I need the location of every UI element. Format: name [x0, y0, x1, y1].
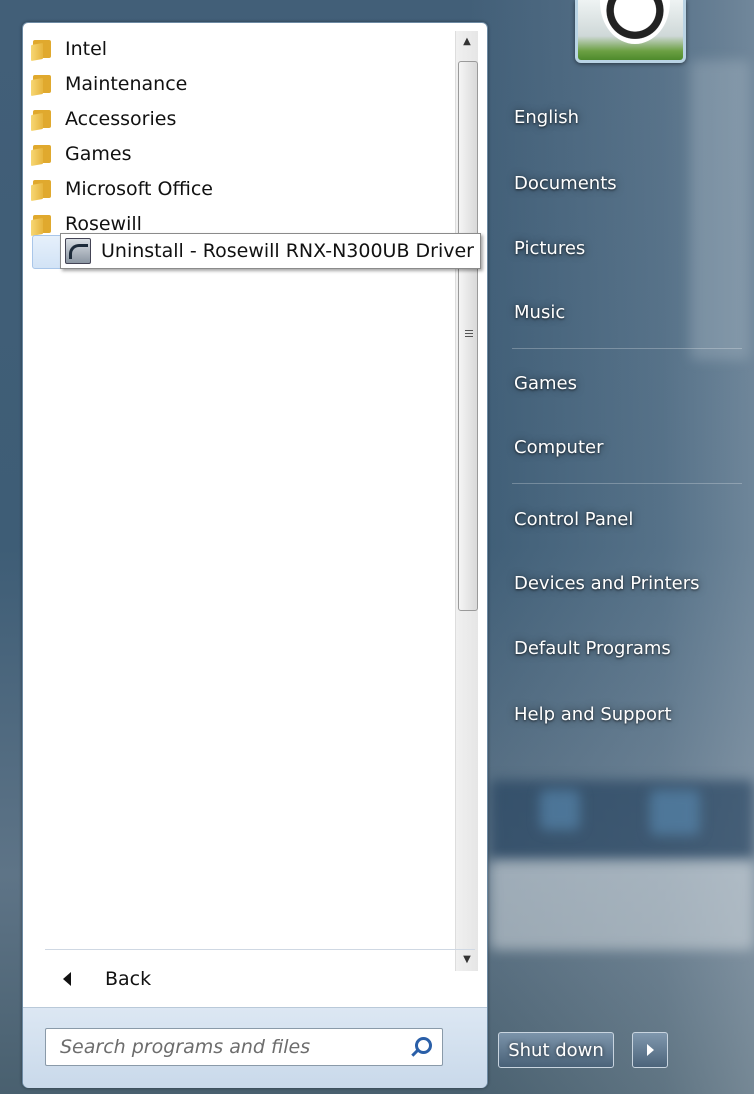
uninstall-label: Uninstall - Rosewill RNX-N300UB Driver	[101, 240, 474, 262]
shut-down-options-button[interactable]	[632, 1032, 668, 1068]
menu-item-help-and-support[interactable]: Help and Support	[500, 694, 754, 734]
menu-item-computer[interactable]: Computer	[500, 427, 754, 467]
folder-icon	[31, 38, 53, 61]
user-picture[interactable]	[575, 0, 686, 63]
folder-label: Microsoft Office	[65, 177, 213, 200]
menu-item-control-panel[interactable]: Control Panel	[500, 499, 754, 539]
background-blur	[650, 790, 700, 835]
folder-label: Intel	[65, 37, 108, 60]
folder-icon	[31, 73, 53, 96]
scroll-up-arrow-icon[interactable]: ▲	[456, 31, 478, 53]
back-label: Back	[105, 968, 152, 990]
programs-panel: Intel Maintenance Accessories Games Micr…	[22, 22, 488, 1088]
folder-intel[interactable]: Intel	[31, 31, 456, 66]
back-button[interactable]: Back	[45, 957, 345, 1001]
folder-label: Maintenance	[65, 72, 188, 95]
shut-down-button[interactable]: Shut down	[498, 1032, 614, 1068]
chevron-right-icon	[646, 1044, 654, 1056]
scroll-down-arrow-icon[interactable]: ▼	[456, 949, 478, 971]
programs-list: Intel Maintenance Accessories Games Micr…	[31, 31, 456, 241]
folder-icon	[31, 178, 53, 201]
folder-icon	[31, 143, 53, 166]
soccer-ball-icon	[600, 0, 670, 44]
menu-item-documents[interactable]: Documents	[500, 163, 754, 203]
menu-item-games[interactable]: Games	[500, 363, 754, 403]
background-blur	[490, 780, 754, 860]
folder-games[interactable]: Games	[31, 136, 456, 171]
uninstall-icon	[65, 238, 91, 264]
background-blur	[540, 790, 580, 830]
menu-item-english[interactable]: English	[500, 97, 754, 137]
programs-scrollbar[interactable]: ▲ ▼	[455, 31, 478, 971]
search-area	[23, 1007, 487, 1088]
background-blur	[490, 860, 754, 950]
folder-label: Accessories	[65, 107, 177, 130]
search-icon[interactable]	[408, 1035, 432, 1059]
uninstall-rosewill-item[interactable]: Uninstall - Rosewill RNX-N300UB Driver	[32, 233, 486, 269]
menu-item-music[interactable]: Music	[500, 292, 754, 332]
folder-microsoft-office[interactable]: Microsoft Office	[31, 171, 456, 206]
divider	[45, 949, 475, 950]
folder-accessories[interactable]: Accessories	[31, 101, 456, 136]
search-input[interactable]	[46, 1035, 408, 1059]
separator	[512, 348, 742, 349]
menu-item-default-programs[interactable]: Default Programs	[500, 628, 754, 668]
grip-icon	[465, 330, 473, 338]
scrollbar-thumb[interactable]	[458, 61, 478, 611]
menu-item-pictures[interactable]: Pictures	[500, 228, 754, 268]
folder-label: Games	[65, 142, 132, 165]
folder-icon	[31, 213, 53, 236]
tooltip: Uninstall - Rosewill RNX-N300UB Driver	[60, 233, 481, 269]
folder-maintenance[interactable]: Maintenance	[31, 66, 456, 101]
folder-label: Rosewill	[65, 212, 142, 235]
shut-down-label: Shut down	[508, 1039, 604, 1061]
folder-icon	[31, 108, 53, 131]
back-arrow-icon	[63, 972, 71, 986]
search-box[interactable]	[45, 1028, 443, 1066]
separator	[512, 483, 742, 484]
menu-item-devices-and-printers[interactable]: Devices and Printers	[500, 563, 754, 603]
